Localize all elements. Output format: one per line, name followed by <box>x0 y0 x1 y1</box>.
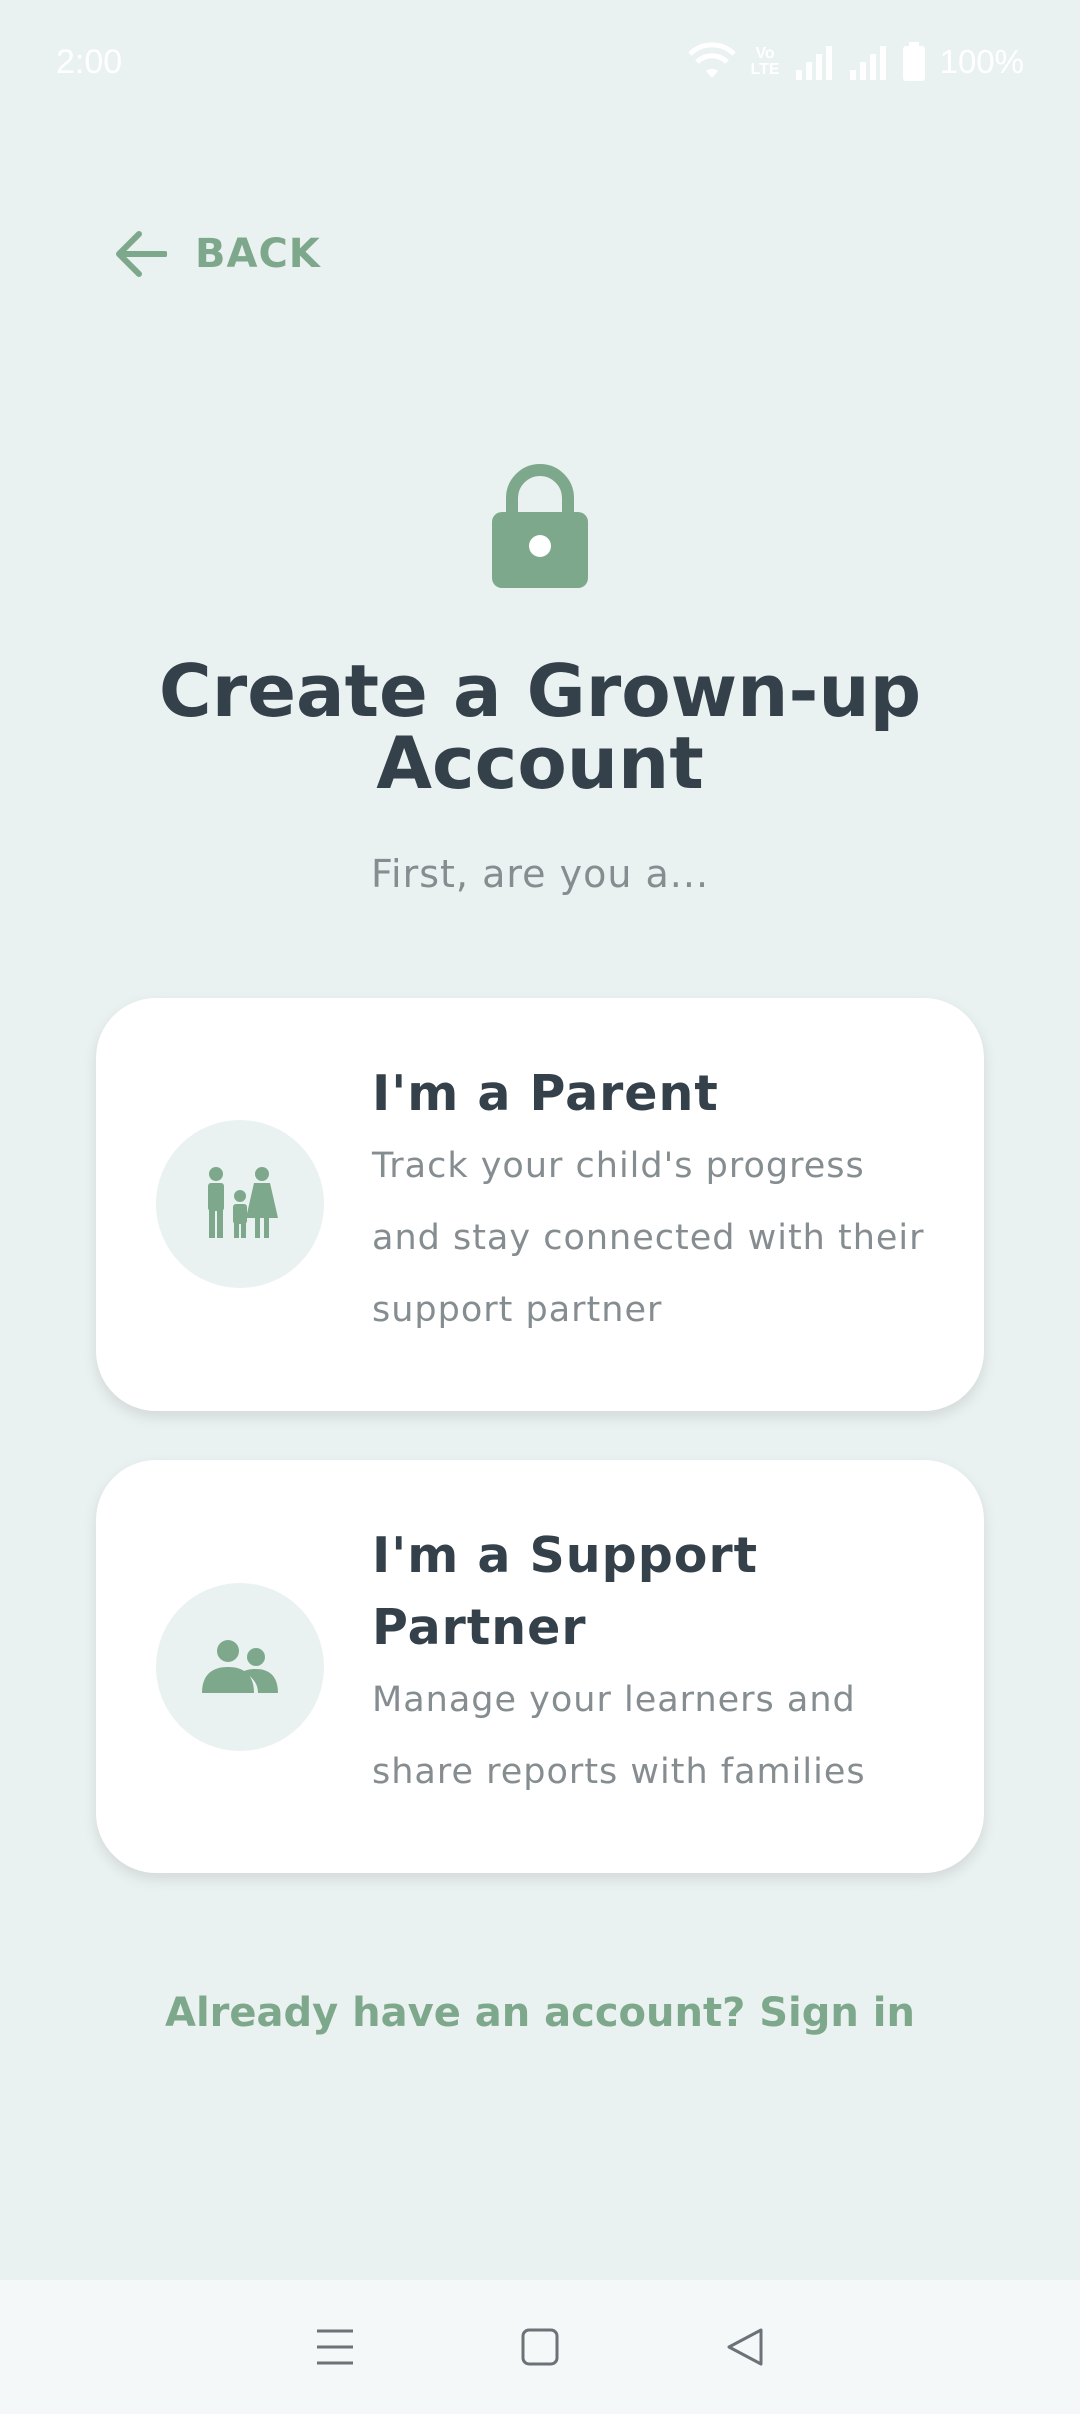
wifi-icon <box>687 42 736 78</box>
subtitle: First, are you a... <box>370 852 710 896</box>
system-nav-bar <box>0 2280 1080 2414</box>
parent-icon-circle <box>156 1120 324 1288</box>
support-partner-option-card[interactable]: I'm a Support Partner Manage your learne… <box>96 1460 984 1873</box>
signal-icon <box>849 46 886 80</box>
page-title: Create a Grown-up Account <box>0 655 1080 799</box>
back-triangle-icon[interactable] <box>725 2327 765 2367</box>
menu-icon[interactable] <box>315 2327 355 2367</box>
page-title-line2: Account <box>376 721 704 805</box>
parent-card-text: I'm a Parent Track your child's progress… <box>372 1058 934 1346</box>
partner-card-text: I'm a Support Partner Manage your learne… <box>372 1520 934 1808</box>
volte-top: Vo <box>755 45 775 62</box>
back-label: BACK <box>195 231 321 277</box>
arrow-left-icon <box>116 231 167 277</box>
partner-card-description: Manage your learners and share reports w… <box>372 1680 866 1792</box>
parent-card-title: I'm a Parent <box>372 1065 719 1122</box>
status-bar: 2:00 Vo LTE 100% <box>0 0 1080 124</box>
status-time: 2:00 <box>56 42 123 81</box>
family-icon <box>208 1167 278 1238</box>
partner-icon-circle <box>156 1583 324 1751</box>
lock-icon <box>492 464 588 588</box>
people-icon <box>202 1640 278 1693</box>
signin-link[interactable]: Already have an account? Sign in <box>0 1990 1080 2036</box>
volte-bottom: LTE <box>750 61 780 78</box>
volte-icon: Vo LTE <box>751 46 780 78</box>
signal-icon <box>795 46 832 80</box>
status-icons: Vo LTE 100% <box>687 42 1024 82</box>
parent-option-card[interactable]: I'm a Parent Track your child's progress… <box>96 998 984 1411</box>
battery-icon <box>902 42 925 81</box>
battery-percent: 100% <box>939 43 1024 80</box>
partner-card-title: I'm a Support Partner <box>372 1527 759 1656</box>
home-icon[interactable] <box>520 2327 560 2367</box>
back-button[interactable]: BACK <box>115 230 321 278</box>
parent-card-description: Track your child's progress and stay con… <box>372 1146 925 1330</box>
